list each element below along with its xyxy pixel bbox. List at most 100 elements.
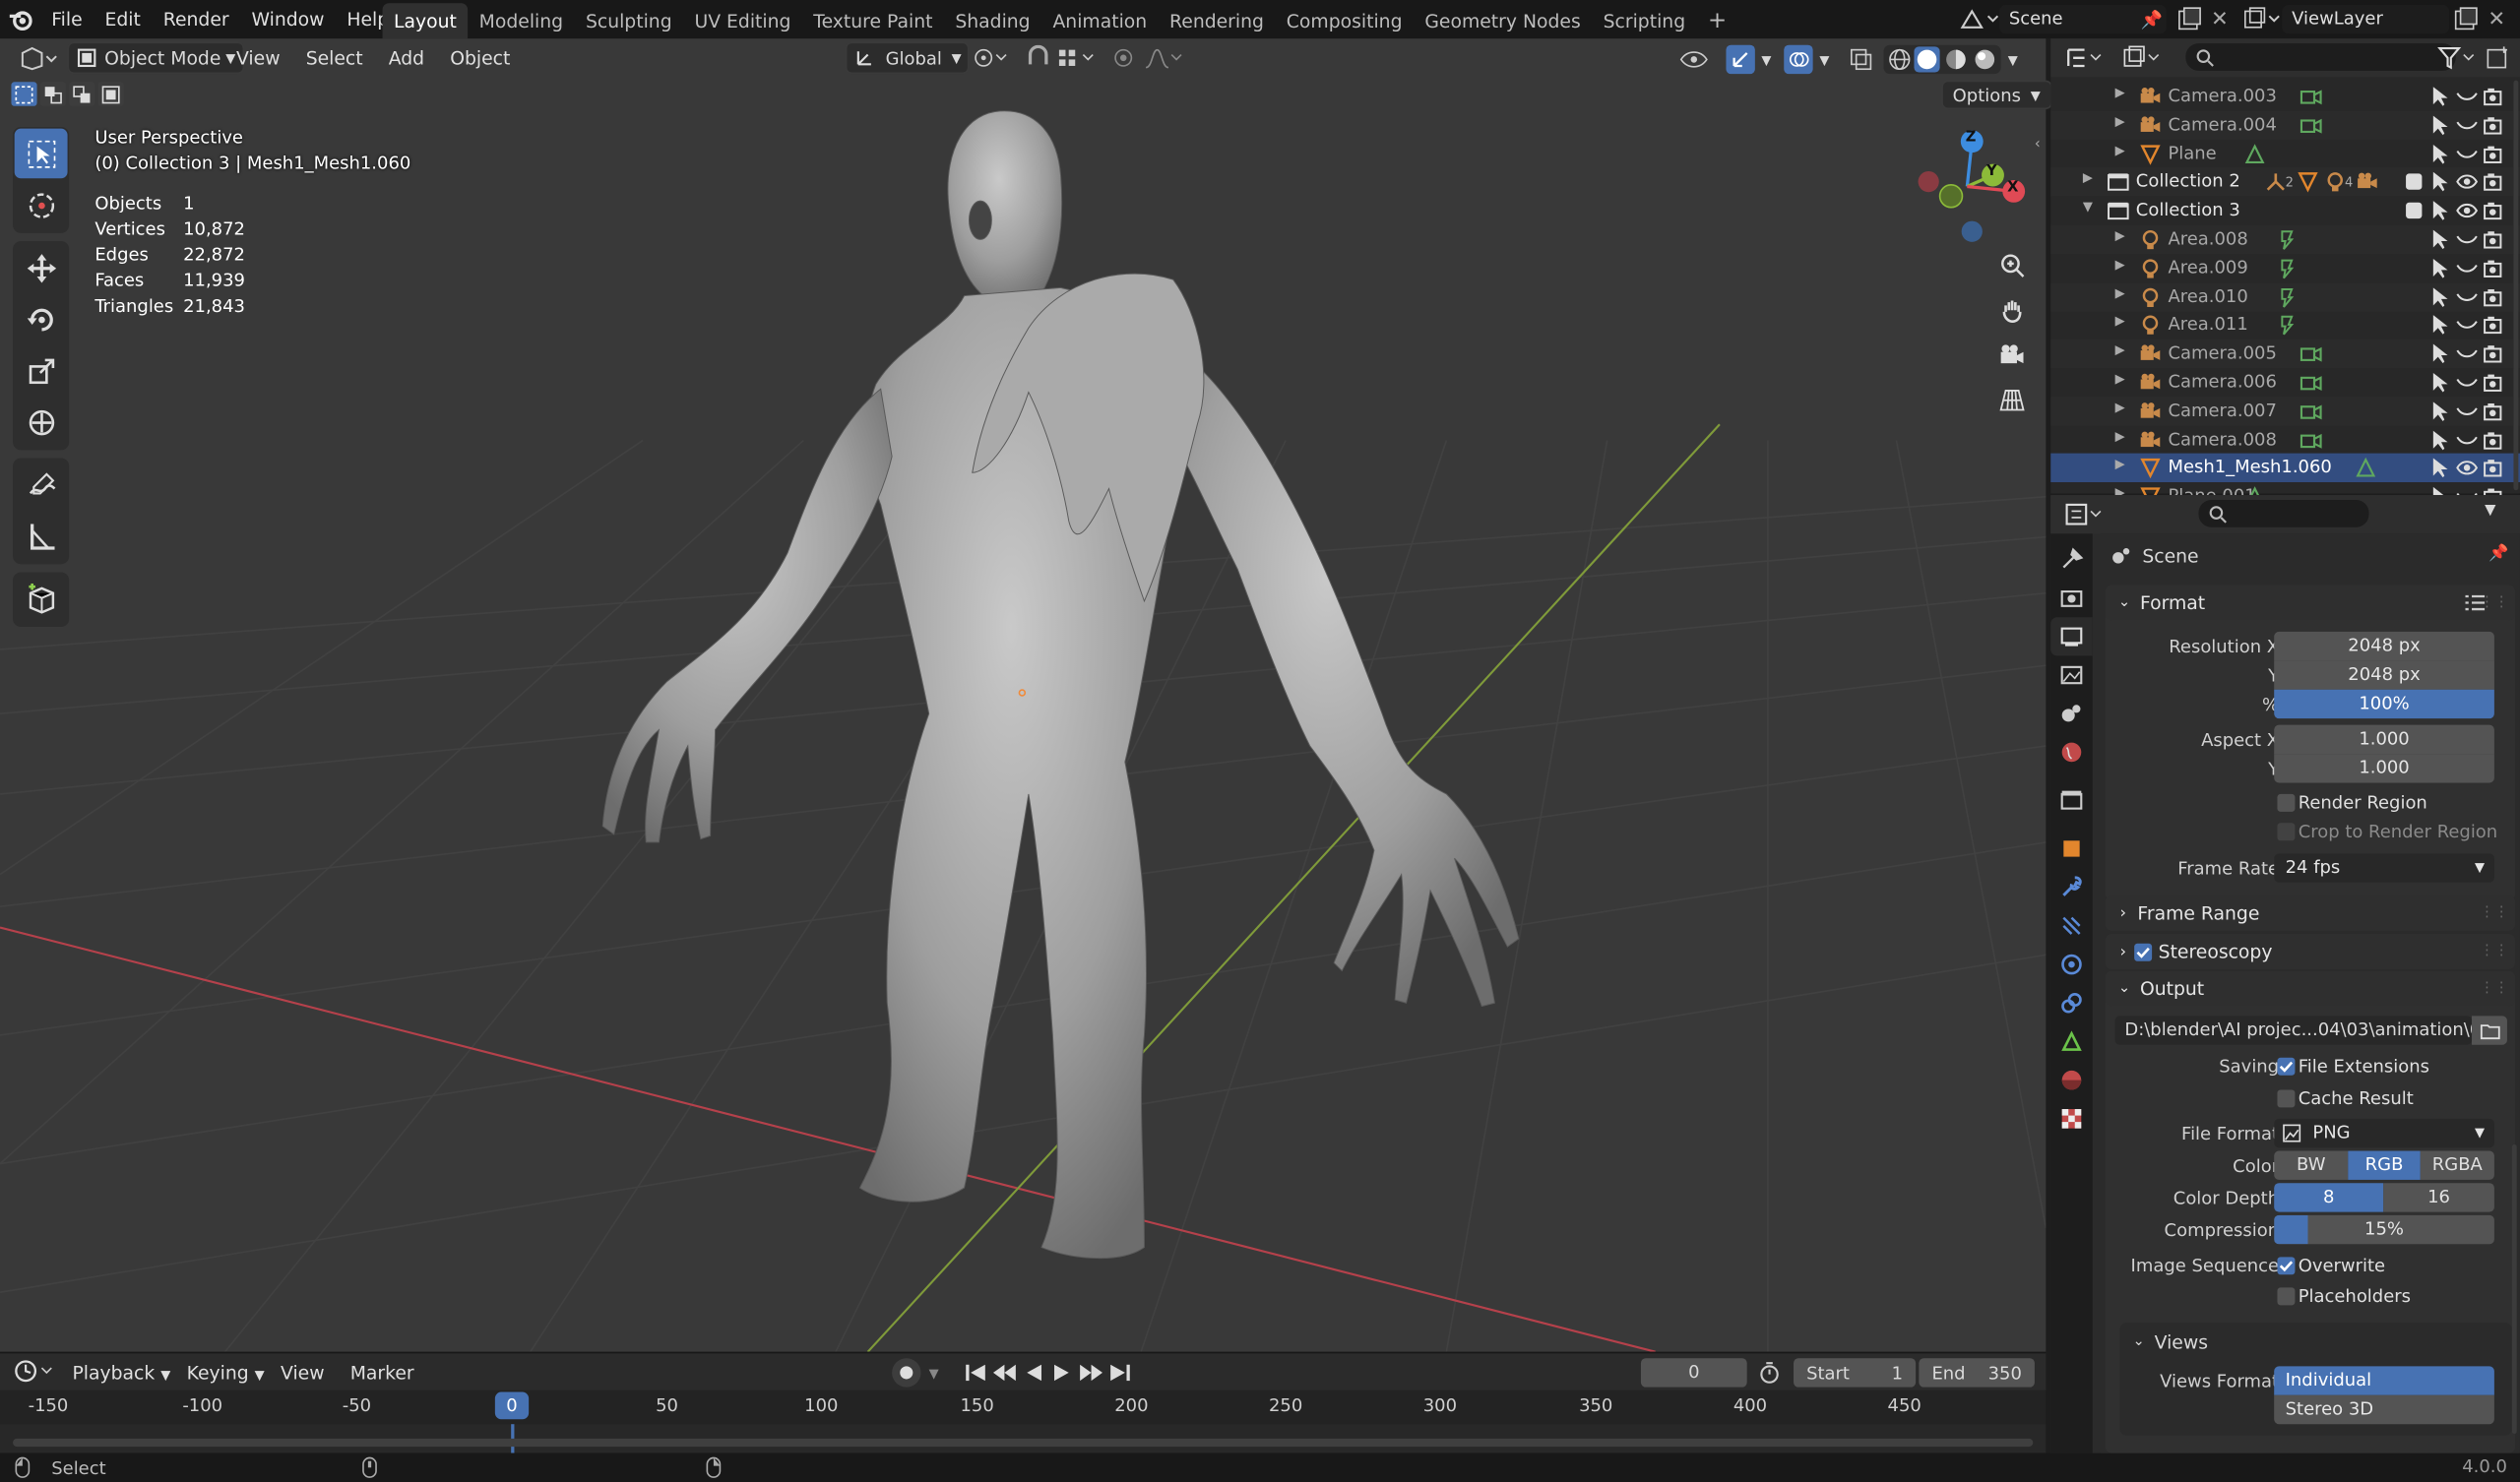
outliner-object-row[interactable]: ▶ Area.011	[2050, 311, 2520, 340]
render-camera-icon[interactable]	[2483, 172, 2502, 192]
tab-modeling[interactable]: Modeling	[468, 3, 574, 38]
marker-menu[interactable]: Marker	[343, 1357, 422, 1389]
chevron-right-icon[interactable]: ▶	[2115, 228, 2125, 243]
outliner-object-row[interactable]: ▶ Camera.005	[2050, 339, 2520, 369]
render-camera-icon[interactable]	[2483, 344, 2502, 364]
chevron-down-icon[interactable]: ▼	[1819, 52, 1829, 67]
camera-data-icon[interactable]	[2300, 114, 2322, 137]
transform-tool-icon[interactable]	[15, 397, 68, 447]
timeline-body[interactable]	[0, 1424, 2047, 1453]
render-region-checkbox[interactable]	[2277, 793, 2296, 812]
eye-closed-icon[interactable]	[2456, 344, 2479, 364]
outliner-object-row[interactable]: ▶ Plane	[2050, 139, 2520, 167]
gizmo-toggle-icon[interactable]	[1726, 44, 1755, 75]
light-icon[interactable]	[2324, 171, 2347, 194]
eye-icon[interactable]	[2456, 459, 2479, 478]
selectable-icon[interactable]	[2430, 200, 2450, 222]
selectable-icon[interactable]	[2430, 342, 2450, 365]
start-frame-field[interactable]: Start 1	[1794, 1358, 1917, 1388]
selectable-icon[interactable]	[2430, 228, 2450, 251]
chevron-right-icon[interactable]: ▶	[2115, 400, 2125, 414]
hand-pan-icon[interactable]	[1992, 291, 2031, 330]
jump-start-icon[interactable]	[962, 1360, 990, 1386]
chevron-right-icon[interactable]: ▶	[2115, 342, 2125, 357]
move-tool-icon[interactable]	[15, 243, 68, 293]
file-format-dropdown[interactable]: PNG ▼	[2274, 1118, 2494, 1148]
constraints-tab-icon[interactable]	[2050, 984, 2092, 1022]
selectable-icon[interactable]	[2430, 428, 2450, 451]
scale-tool-icon[interactable]	[15, 345, 68, 396]
menu-render[interactable]: Render	[152, 0, 240, 38]
navigation-gizmo[interactable]: Z Y X	[1913, 125, 2029, 247]
zoom-icon[interactable]	[1992, 246, 2031, 284]
view-layer-field[interactable]: ViewLayer	[2282, 4, 2450, 34]
world-tab-icon[interactable]	[2050, 733, 2092, 772]
chevron-right-icon[interactable]: ▶	[2115, 314, 2125, 329]
select-new-icon[interactable]	[11, 82, 37, 106]
chevron-right-icon[interactable]: ▶	[2115, 143, 2125, 157]
options-dropdown[interactable]: Options ▼	[1941, 80, 2052, 110]
color-depth-8-option[interactable]: 8	[2274, 1183, 2384, 1212]
eye-closed-icon[interactable]	[2456, 316, 2479, 336]
visibility-icon[interactable]	[1677, 46, 1716, 72]
stereoscopy-panel-header[interactable]: › Stereoscopy ⋮⋮	[2105, 934, 2516, 969]
chevron-down-icon[interactable]: ▼	[929, 1366, 939, 1381]
add-workspace-icon[interactable]: +	[1697, 3, 1738, 38]
light-data-icon[interactable]	[2276, 228, 2299, 251]
selectable-icon[interactable]	[2430, 400, 2450, 422]
pin-icon[interactable]: 📌	[2141, 9, 2163, 30]
timeline-view-menu[interactable]: View	[273, 1357, 333, 1389]
eye-icon[interactable]	[2456, 201, 2479, 220]
current-frame-field[interactable]: 0	[1640, 1358, 1747, 1388]
overlays-toggle-icon[interactable]	[1784, 44, 1813, 75]
eye-closed-icon[interactable]	[2456, 430, 2479, 450]
aspect-x-field[interactable]: 1.000	[2274, 724, 2494, 755]
render-tab-icon[interactable]	[2050, 579, 2092, 617]
selectable-icon[interactable]	[2430, 114, 2450, 137]
transform-orientation-dropdown[interactable]: Global ▼	[845, 41, 970, 75]
chevron-right-icon[interactable]: ▶	[2115, 257, 2125, 272]
xray-icon[interactable]	[1849, 46, 1874, 72]
chevron-right-icon[interactable]: ▶	[2115, 428, 2125, 443]
compression-slider[interactable]: 15%	[2274, 1214, 2494, 1245]
end-frame-field[interactable]: End 350	[1919, 1358, 2035, 1388]
menu-edit[interactable]: Edit	[94, 0, 152, 38]
drag-handle-icon[interactable]: ⋮⋮	[2480, 594, 2508, 610]
select-extend-icon[interactable]	[39, 82, 66, 106]
next-keyframe-icon[interactable]	[1077, 1360, 1105, 1386]
keying-menu[interactable]: Keying ▼	[178, 1357, 272, 1389]
measure-tool-icon[interactable]	[15, 511, 68, 561]
mesh-icon[interactable]	[2297, 171, 2319, 194]
drag-handle-icon[interactable]: ⋮⋮	[2480, 980, 2508, 996]
tab-layout[interactable]: Layout	[382, 3, 469, 39]
output-panel-header[interactable]: ⌄ Output ⋮⋮	[2105, 970, 2516, 1007]
physics-tab-icon[interactable]	[2050, 945, 2092, 983]
resolution-x-field[interactable]: 2048 px	[2274, 631, 2494, 661]
outliner-object-row[interactable]: ▶ Camera.007	[2050, 397, 2520, 426]
material-tab-icon[interactable]	[2050, 1061, 2092, 1099]
outliner-editor-type-icon[interactable]	[2063, 45, 2105, 71]
collapse-sidebar-icon[interactable]: ‹	[2035, 137, 2041, 153]
render-camera-icon[interactable]	[2483, 287, 2502, 307]
selectable-icon[interactable]	[2430, 314, 2450, 337]
prev-keyframe-icon[interactable]	[990, 1360, 1019, 1386]
snap-icon[interactable]	[1026, 44, 1051, 71]
select-subtract-icon[interactable]	[69, 82, 95, 106]
placeholders-checkbox[interactable]	[2277, 1287, 2296, 1306]
file-extensions-checkbox[interactable]	[2277, 1057, 2296, 1076]
color-rgb-option[interactable]: RGB	[2348, 1150, 2421, 1180]
tab-sculpting[interactable]: Sculpting	[575, 3, 684, 38]
render-camera-icon[interactable]	[2483, 201, 2502, 220]
texture-tab-icon[interactable]	[2050, 1099, 2092, 1138]
outliner-collection-row[interactable]: ▶ Collection 2 2 4	[2050, 167, 2520, 197]
frame-range-panel-header[interactable]: › Frame Range ⋮⋮	[2105, 895, 2516, 931]
add-cube-tool-icon[interactable]	[15, 574, 68, 624]
crop-region-checkbox[interactable]	[2277, 823, 2296, 841]
outliner-object-row[interactable]: ▶ Camera.008	[2050, 425, 2520, 454]
wireframe-shading-icon[interactable]	[1887, 46, 1913, 72]
timeline-editor-type-icon[interactable]	[13, 1358, 54, 1384]
render-camera-icon[interactable]	[2483, 430, 2502, 450]
cursor-tool-icon[interactable]	[15, 180, 68, 230]
include-checkbox[interactable]	[2406, 203, 2423, 219]
chevron-right-icon[interactable]: ▶	[2115, 285, 2125, 300]
